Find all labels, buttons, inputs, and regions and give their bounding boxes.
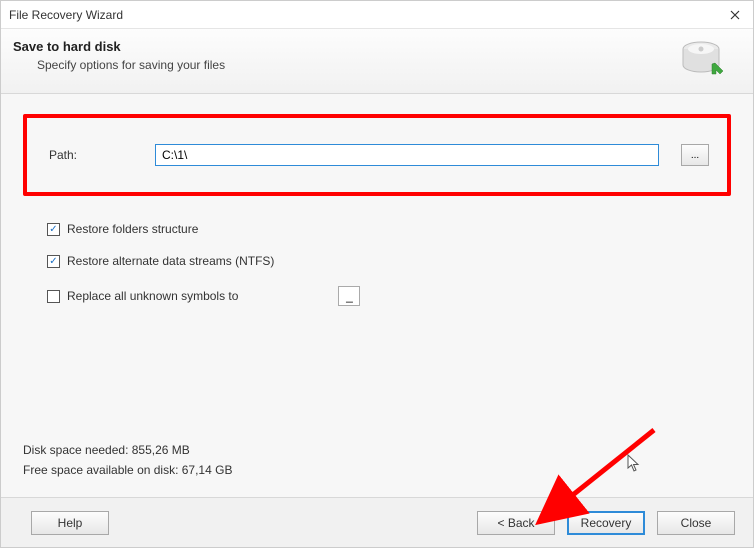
restore-folders-checkbox[interactable]: ✓ Restore folders structure — [47, 222, 731, 236]
help-button[interactable]: Help — [31, 511, 109, 535]
path-label: Path: — [49, 148, 139, 162]
browse-button[interactable]: ... — [681, 144, 709, 166]
titlebar: File Recovery Wizard — [1, 1, 753, 29]
checkbox-icon: ✓ — [47, 223, 60, 236]
page-subtitle: Specify options for saving your files — [37, 58, 225, 72]
page-title: Save to hard disk — [13, 39, 225, 54]
disk-info: Disk space needed: 855,26 MB Free space … — [23, 443, 232, 483]
path-input[interactable] — [155, 144, 659, 166]
restore-ads-checkbox[interactable]: ✓ Restore alternate data streams (NTFS) — [47, 254, 731, 268]
window-title: File Recovery Wizard — [9, 8, 725, 22]
recovery-button[interactable]: Recovery — [567, 511, 645, 535]
close-icon[interactable] — [725, 5, 745, 25]
checkbox-label: Restore alternate data streams (NTFS) — [67, 254, 274, 268]
replacement-symbol-input[interactable] — [338, 286, 360, 306]
checkbox-icon — [47, 290, 60, 303]
cursor-icon — [627, 454, 643, 475]
replace-symbols-checkbox[interactable]: Replace all unknown symbols to — [47, 286, 731, 306]
wizard-header: Save to hard disk Specify options for sa… — [1, 29, 753, 94]
disk-space-needed: Disk space needed: 855,26 MB — [23, 443, 232, 457]
wizard-footer: Help < Back Recovery Close — [1, 497, 753, 547]
close-button[interactable]: Close — [657, 511, 735, 535]
hard-disk-icon — [679, 39, 727, 79]
checkbox-label: Restore folders structure — [67, 222, 198, 236]
content-area: Path: ... ✓ Restore folders structure ✓ … — [1, 94, 753, 497]
path-section-highlight: Path: ... — [23, 114, 731, 196]
disk-space-free: Free space available on disk: 67,14 GB — [23, 463, 232, 477]
back-button[interactable]: < Back — [477, 511, 555, 535]
checkbox-icon: ✓ — [47, 255, 60, 268]
checkbox-label: Replace all unknown symbols to — [67, 289, 238, 303]
